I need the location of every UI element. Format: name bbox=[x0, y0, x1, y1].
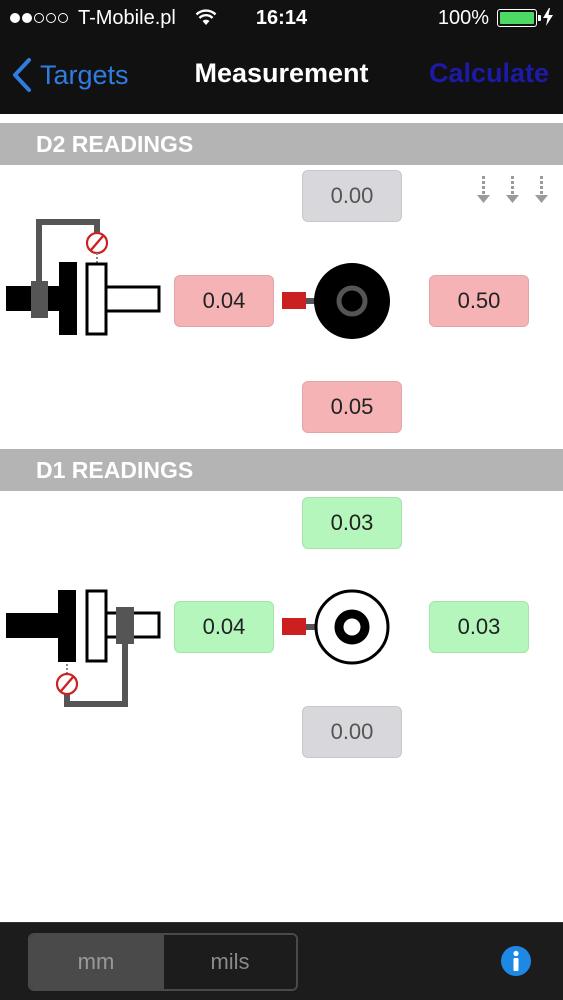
unit-segmented-control: mm mils bbox=[28, 933, 298, 991]
d2-right-reading[interactable]: 0.50 bbox=[429, 275, 529, 327]
status-bar: T-Mobile.pl 16:14 100% bbox=[0, 0, 563, 36]
d1-right-reading[interactable]: 0.03 bbox=[429, 601, 529, 653]
d2-section-title: D2 READINGS bbox=[36, 131, 194, 157]
info-icon[interactable] bbox=[500, 945, 532, 977]
d2-section-header: D2 READINGS bbox=[0, 123, 563, 165]
d1-top-reading[interactable]: 0.03 bbox=[302, 497, 402, 549]
unit-mm-segment[interactable]: mm bbox=[30, 935, 162, 989]
battery-percent: 100% bbox=[437, 7, 489, 29]
bottom-toolbar: mm mils bbox=[0, 922, 563, 1000]
header-gap bbox=[0, 114, 563, 123]
d2-left-reading[interactable]: 0.04 bbox=[174, 275, 274, 327]
d1-shaft-dial-diagram bbox=[6, 589, 161, 707]
d2-bottom-reading[interactable]: 0.05 bbox=[302, 381, 402, 433]
d1-left-reading[interactable]: 0.04 bbox=[174, 601, 274, 653]
battery-icon bbox=[497, 9, 541, 27]
calculate-button[interactable]: Calculate bbox=[429, 58, 549, 89]
d1-section-header: D1 READINGS bbox=[0, 449, 563, 491]
d1-section-title: D1 READINGS bbox=[36, 457, 194, 483]
navigation-bar: Targets Measurement Calculate bbox=[0, 36, 563, 114]
unit-mils-segment[interactable]: mils bbox=[162, 935, 296, 989]
d1-target-icon bbox=[282, 589, 390, 665]
d1-bottom-reading[interactable]: 0.00 bbox=[302, 706, 402, 758]
sort-arrows-icon[interactable] bbox=[473, 176, 553, 211]
d2-shaft-dial-diagram bbox=[6, 219, 161, 336]
d2-target-icon bbox=[282, 263, 390, 339]
d2-top-reading[interactable]: 0.00 bbox=[302, 170, 402, 222]
charging-bolt-icon bbox=[543, 8, 553, 31]
